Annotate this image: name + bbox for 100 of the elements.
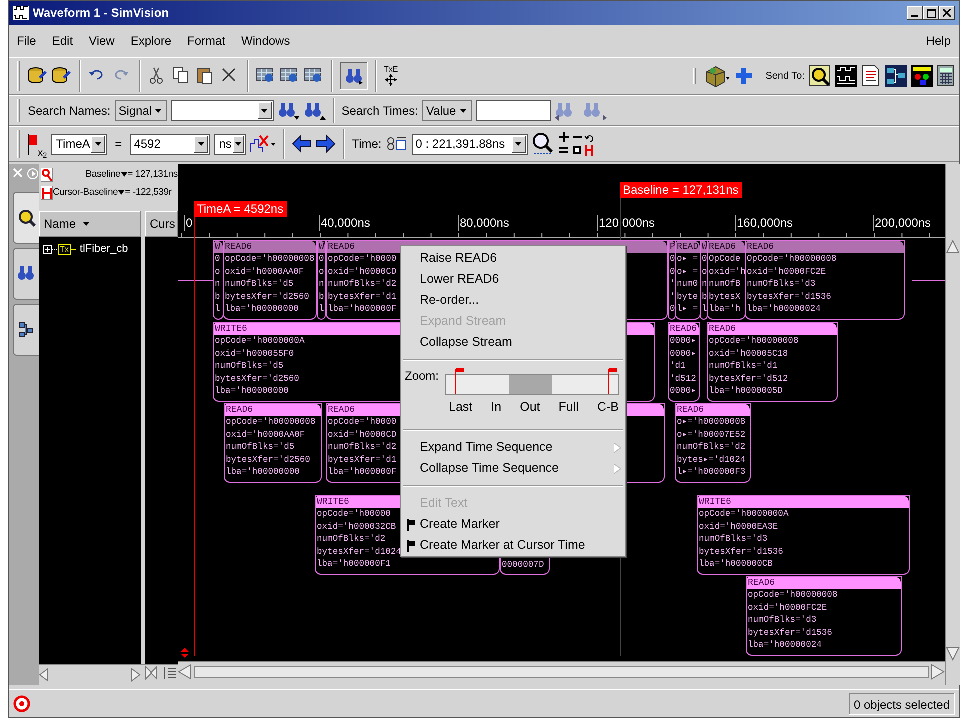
- transaction-field: oxid='h0000CD: [327, 266, 397, 278]
- transaction-field: 0000▸: [669, 385, 696, 398]
- transaction-field: opCode='h0000: [327, 416, 397, 429]
- transaction-field: l▸='h000000F3: [676, 466, 746, 479]
- transaction-title: READ6: [746, 241, 904, 253]
- transaction-field: n: [701, 278, 707, 291]
- transaction-title: P: [669, 241, 675, 253]
- transaction-field: n: [214, 278, 220, 291]
- transaction-field: bytesX: [708, 290, 741, 304]
- baseline-label: Baseline: [86, 168, 121, 182]
- transaction-field: l▸ =: [676, 303, 698, 316]
- transaction-field: bytesXfer='d2560: [214, 372, 300, 386]
- transaction-field: o▸='h00000008: [676, 416, 746, 429]
- transaction-field: l: [701, 303, 707, 316]
- transaction-field: numOfBlks='d5: [214, 360, 284, 373]
- transaction-field: oxid='h0000FC2E: [747, 602, 828, 614]
- time-label: Time:: [352, 136, 382, 153]
- transaction-field: opCode='h0000000A: [214, 335, 305, 348]
- transaction-field: 0: [669, 303, 675, 316]
- transaction-field: o: [701, 266, 707, 278]
- transaction-field: bytesXfer='d2560: [224, 290, 310, 304]
- transaction-field: opCode='h00000008: [225, 416, 316, 429]
- transaction-field: bytesXfer='d1536: [747, 626, 832, 640]
- transaction-field: opCode='h00000008: [747, 589, 838, 602]
- transaction-title: READ6: [225, 404, 321, 416]
- transaction-field: oxid='h0000CD: [327, 428, 397, 442]
- transaction-field: bytesXfer='d1536: [698, 546, 784, 558]
- transaction-title: READ6: [708, 241, 745, 253]
- transaction-field: numOfBlks='d2: [327, 278, 397, 291]
- transaction-field: bytesXfer='d512: [708, 372, 788, 386]
- transaction-field: lba='h000000F1: [316, 558, 391, 571]
- transaction-field: bytesXfer='d1024: [316, 546, 402, 558]
- status-text: 0 objects selected: [848, 692, 955, 714]
- transaction-field: 0000▸: [669, 348, 696, 360]
- time-tick-label: 40,000ns: [319, 215, 370, 231]
- time-tick-label: 160,000ns: [735, 215, 794, 231]
- transaction-field: OpCode: [708, 253, 741, 266]
- transaction-field: lba='h: [708, 303, 741, 316]
- transaction-field: lba='h00000000: [214, 385, 289, 398]
- transaction-field: oxid='h0000FC2E: [746, 266, 826, 278]
- transaction-field: bytesXfer='d2560: [225, 454, 310, 466]
- transaction-field: lba='h000000CB: [698, 558, 773, 571]
- transaction-field: opCode='h00000: [316, 508, 391, 521]
- transaction-field: b: [318, 290, 324, 304]
- transaction-title: W: [318, 241, 325, 253]
- transaction-title: READ6: [708, 323, 837, 335]
- transaction-field: numOfBlks='d2: [676, 441, 746, 454]
- transaction-title: READ6: [747, 577, 901, 589]
- transaction-field: 0: [318, 253, 324, 266]
- transaction-field: numOfBlks='d1: [708, 360, 778, 373]
- search-names-label: Search Names:: [28, 102, 111, 120]
- transaction-field: n: [318, 278, 324, 291]
- time-tick-label: 200,000ns: [873, 215, 932, 231]
- transaction-title: W: [214, 241, 223, 253]
- transaction-field: oxid='h0000AA0F: [224, 266, 304, 278]
- transaction-field: lba='h00000024: [746, 303, 821, 316]
- transaction-field: 0: [669, 266, 675, 278]
- transaction-field: lba='h000000F: [327, 466, 397, 479]
- transaction-field: o▸ =: [676, 266, 698, 278]
- transaction-field: lba='h0000005D: [708, 385, 783, 398]
- equals-sign: =: [114, 136, 124, 153]
- transaction-field: bytes▸='d1024: [676, 454, 746, 466]
- transaction-field: lba='h00000024: [747, 639, 822, 652]
- transaction-field: oxid='h0000EA3E: [698, 520, 778, 534]
- transaction-field: oxid='h0000AA0F: [225, 428, 306, 442]
- transaction-field: opCode='h00000008: [708, 335, 799, 348]
- transaction-field: numOfBlks='d5: [225, 441, 295, 454]
- flag-label: x$_{2}$: [38, 147, 48, 161]
- transaction-field: b: [214, 290, 220, 304]
- transaction-field: bytesXfer='d1536: [746, 290, 832, 304]
- zoom-label: Zoom:: [405, 368, 440, 385]
- transaction-field: b: [701, 290, 707, 304]
- transaction-field: 0000▸: [669, 335, 696, 348]
- time-tick-label: 0: [184, 215, 193, 231]
- transaction-field: 0: [669, 253, 675, 266]
- transaction-field: oxid='h000032CB: [316, 520, 396, 534]
- transaction-field: numOfBlks='d5: [224, 278, 294, 291]
- transaction-field: oxid='h00005C18: [708, 348, 788, 360]
- transaction-field: 'd1: [669, 360, 686, 373]
- transaction-field: numOfB: [708, 278, 741, 291]
- transaction-field: bytesXfer='d1: [327, 454, 397, 466]
- transaction-title: WRITE6: [698, 496, 909, 508]
- transaction-field: 0: [701, 253, 707, 266]
- transaction-field: numOfBlks='d3: [698, 533, 768, 546]
- transaction-title: READ6: [224, 241, 316, 253]
- transaction-field: lba='h00000000: [225, 466, 300, 479]
- transaction-field: o: [318, 266, 324, 278]
- transaction-field: numOfBlks='d3: [747, 614, 817, 627]
- transaction-field: numOfBlks='d2: [316, 533, 386, 546]
- transaction-field: 0: [214, 253, 220, 266]
- time-tick-label: 80,000ns: [458, 215, 510, 231]
- tx-tag: Tx: [58, 244, 71, 255]
- transaction-field: 0000007D: [501, 559, 544, 572]
- delta-value: = -122,539r: [125, 186, 172, 200]
- transaction-field: bytesXfer='d1: [327, 290, 397, 304]
- delta-label: Cursor-Baseline: [53, 186, 118, 200]
- transaction-field: opCode='h0000000A: [698, 508, 789, 521]
- transaction-field: numOfBlks='d3: [746, 278, 816, 291]
- transaction-title: READ6: [669, 323, 699, 335]
- transaction-field: o▸ =: [676, 253, 698, 266]
